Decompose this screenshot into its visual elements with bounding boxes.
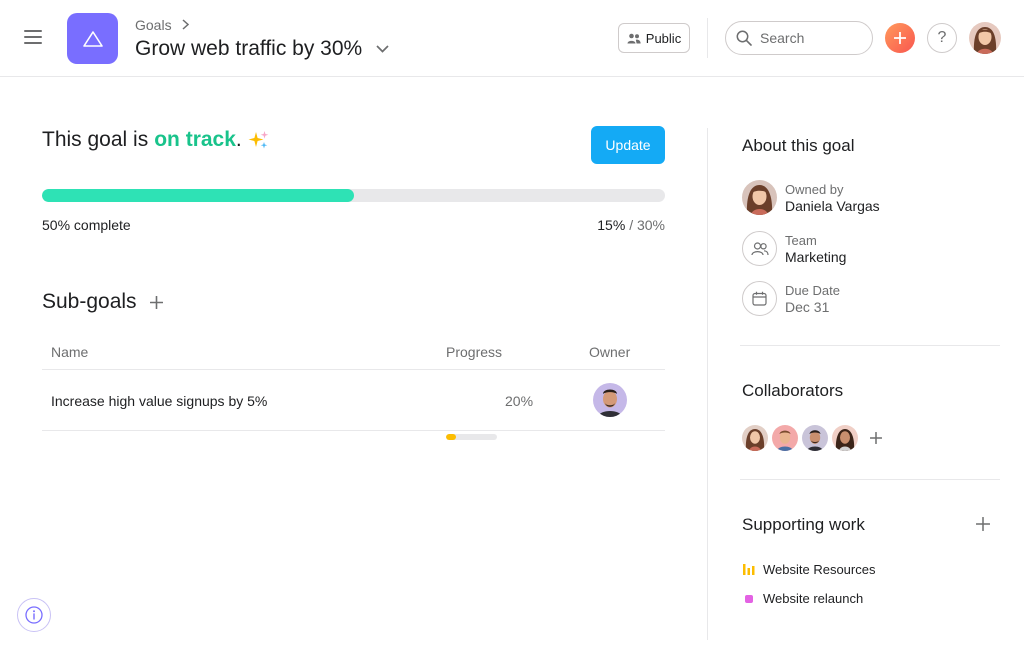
collaborator-avatar[interactable] bbox=[802, 425, 828, 451]
subgoal-progress-fill bbox=[446, 434, 457, 440]
due-date-label: Due Date bbox=[785, 282, 840, 298]
goal-progress-bar bbox=[42, 189, 665, 202]
current-value: 15% bbox=[597, 217, 626, 233]
quick-add-button[interactable] bbox=[885, 23, 915, 53]
search-input[interactable] bbox=[760, 30, 855, 46]
supporting-work-title: Supporting work bbox=[742, 515, 865, 534]
due-date-field[interactable]: Due Date Dec 31 bbox=[742, 281, 840, 316]
privacy-label: Public bbox=[645, 30, 682, 46]
breadcrumb-goals[interactable]: Goals bbox=[135, 17, 172, 33]
search-box[interactable] bbox=[725, 21, 873, 55]
collaborator-avatar[interactable] bbox=[742, 425, 768, 451]
goal-icon bbox=[67, 13, 118, 64]
column-progress[interactable]: Progress bbox=[446, 344, 502, 360]
update-button[interactable]: Update bbox=[591, 126, 665, 164]
goal-status: This goal is on track . bbox=[42, 128, 270, 152]
collaborators-title: Collaborators bbox=[742, 381, 844, 400]
table-row[interactable]: Increase high value signups by 5% 20% bbox=[42, 370, 665, 440]
sparkle-icon bbox=[248, 130, 270, 150]
target-value: / 30% bbox=[629, 217, 665, 233]
project-dot-icon bbox=[742, 594, 755, 603]
bar-chart-icon bbox=[742, 564, 755, 575]
menu-icon[interactable] bbox=[24, 30, 42, 44]
add-collaborator-icon[interactable] bbox=[870, 432, 882, 444]
top-bar: Goals Grow web traffic by 30% Public ? bbox=[0, 0, 1024, 77]
header-divider bbox=[707, 18, 708, 58]
status-prefix: This goal is bbox=[42, 128, 149, 151]
owner-field[interactable]: Owned by Daniela Vargas bbox=[742, 180, 880, 215]
search-icon bbox=[736, 30, 752, 46]
subgoals-title: Sub-goals bbox=[42, 290, 137, 313]
owner-label: Owned by bbox=[785, 181, 844, 197]
owner-avatar[interactable] bbox=[742, 180, 777, 215]
subgoal-name[interactable]: Increase high value signups by 5% bbox=[51, 393, 267, 409]
progress-label: 50% complete bbox=[42, 217, 131, 233]
breadcrumb[interactable]: Goals bbox=[135, 17, 189, 33]
collaborator-avatar[interactable] bbox=[772, 425, 798, 451]
calendar-icon bbox=[742, 281, 777, 316]
subgoals-table: Name Progress Owner Increase high value … bbox=[42, 334, 665, 440]
team-field[interactable]: Team Marketing bbox=[742, 231, 846, 266]
owner-value: Daniela Vargas bbox=[785, 197, 880, 214]
panel-divider bbox=[707, 128, 708, 640]
collaborator-avatar[interactable] bbox=[832, 425, 858, 451]
user-avatar[interactable] bbox=[969, 22, 1001, 54]
subgoal-progress-bar bbox=[446, 434, 497, 440]
progress-values: 15% / 30% bbox=[597, 217, 665, 233]
status-state: on track bbox=[154, 128, 236, 151]
column-name[interactable]: Name bbox=[51, 344, 88, 360]
team-label: Team bbox=[785, 232, 817, 248]
plus-icon bbox=[894, 32, 906, 44]
subgoals-heading: Sub-goals bbox=[42, 290, 163, 314]
subgoal-owner-avatar[interactable] bbox=[593, 383, 627, 417]
goal-progress-fill bbox=[42, 189, 354, 202]
chevron-right-icon bbox=[182, 18, 189, 33]
table-header: Name Progress Owner bbox=[42, 334, 665, 370]
supporting-work-label[interactable]: Website relaunch bbox=[763, 591, 863, 606]
info-button[interactable] bbox=[17, 598, 51, 632]
supporting-work-label[interactable]: Website Resources bbox=[763, 562, 875, 577]
collaborators-list bbox=[742, 425, 882, 451]
team-icon bbox=[742, 231, 777, 266]
add-supporting-work-icon[interactable] bbox=[976, 517, 990, 531]
supporting-work-item[interactable]: Website relaunch bbox=[742, 591, 863, 606]
help-button[interactable]: ? bbox=[927, 23, 957, 53]
status-suffix: . bbox=[235, 128, 242, 151]
people-icon bbox=[627, 33, 641, 43]
goal-title: Grow web traffic by 30% bbox=[135, 37, 363, 60]
due-date-value: Dec 31 bbox=[785, 298, 830, 315]
info-icon bbox=[25, 606, 43, 624]
section-divider bbox=[740, 345, 1000, 346]
subgoal-progress-label: 20% bbox=[505, 393, 534, 409]
chevron-down-icon[interactable] bbox=[376, 45, 389, 53]
page-title: Grow web traffic by 30% bbox=[135, 37, 389, 61]
privacy-button[interactable]: Public bbox=[618, 23, 690, 53]
help-icon: ? bbox=[937, 29, 947, 46]
section-divider bbox=[740, 479, 1000, 480]
supporting-work-item[interactable]: Website Resources bbox=[742, 562, 875, 577]
team-value: Marketing bbox=[785, 248, 847, 265]
add-subgoal-icon[interactable] bbox=[149, 295, 163, 309]
about-title: About this goal bbox=[742, 136, 855, 155]
column-owner[interactable]: Owner bbox=[589, 344, 630, 360]
